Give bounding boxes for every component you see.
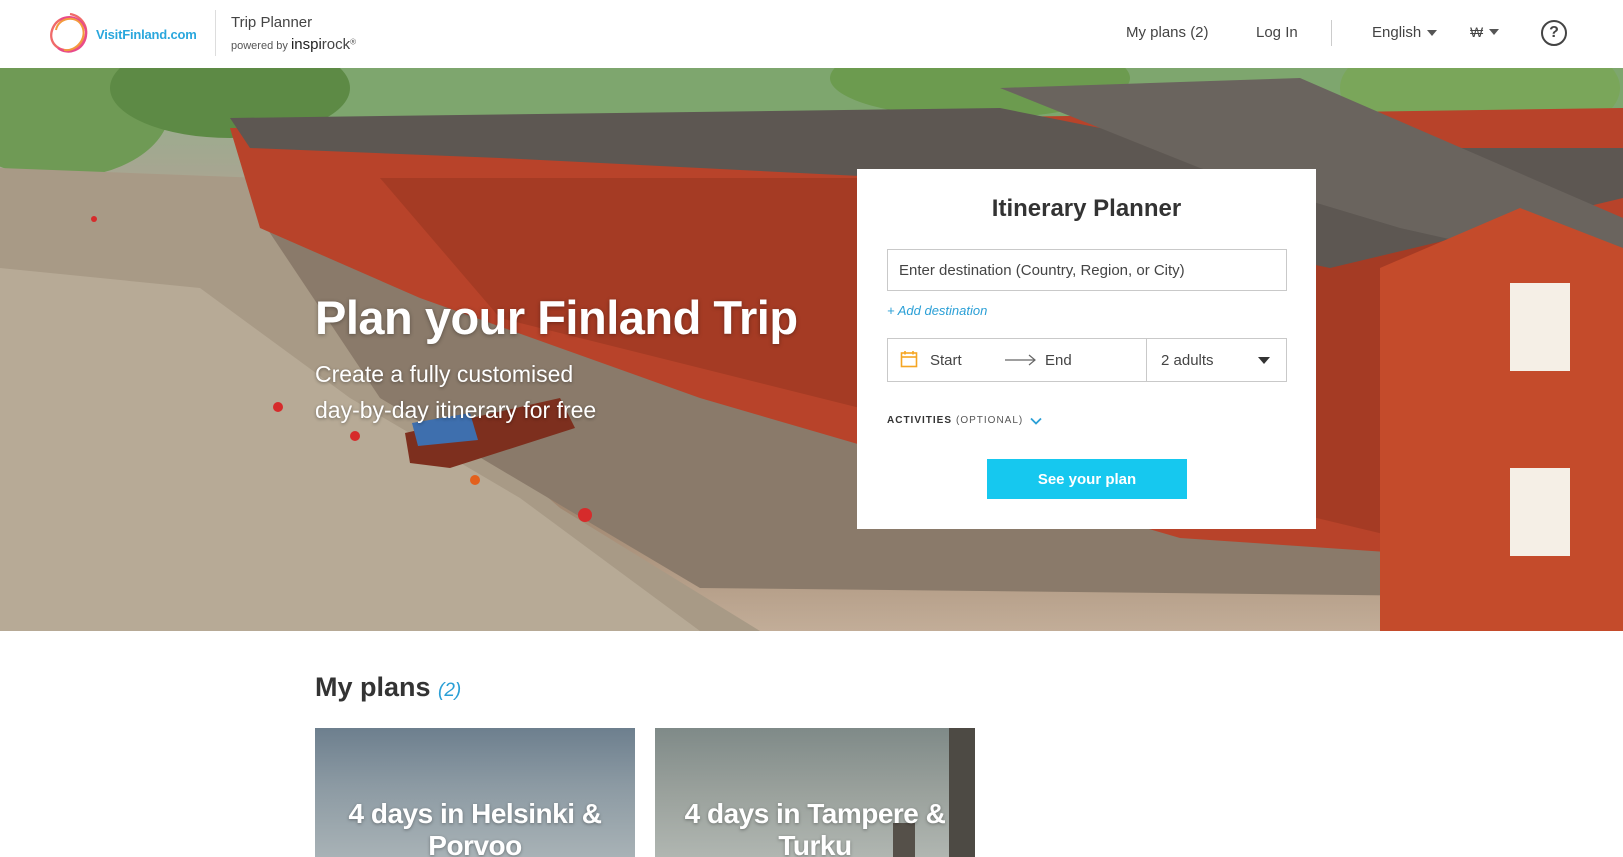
plan-card-title-line1: 4 days in Helsinki &: [348, 798, 603, 829]
header-divider: [215, 10, 216, 56]
currency-label: ₩: [1470, 24, 1484, 40]
chevron-down-icon: [1030, 417, 1042, 425]
guests-dropdown[interactable]: 2 adults: [1147, 339, 1286, 381]
top-navigation-bar: VisitFinland.com Trip Planner powered by…: [0, 0, 1623, 68]
caret-down-icon: [1489, 29, 1500, 35]
nav-my-plans-link[interactable]: My plans (2): [1126, 24, 1209, 41]
planner-title: Itinerary Planner: [991, 195, 1182, 222]
plan-card-title: 4 days in Helsinki & Porvoo: [315, 798, 635, 857]
plan-card[interactable]: 4 days in Helsinki & Porvoo: [315, 728, 635, 857]
plan-card-title: 4 days in Tampere & Turku: [655, 798, 975, 857]
visitfinland-logo-icon: [50, 12, 88, 53]
language-selector[interactable]: English: [1372, 24, 1438, 41]
hero-subtitle: Create a fully customised day-by-day iti…: [315, 356, 675, 428]
add-destination-link[interactable]: + Add destination: [887, 303, 987, 318]
hero-title: Plan your Finland Trip: [315, 291, 798, 344]
guests-value: 2 adults: [1161, 351, 1214, 369]
calendar-icon: [900, 351, 918, 368]
plan-card-title-line2: Porvoo: [428, 830, 522, 857]
inspirock-brand[interactable]: inspirock: [291, 36, 350, 53]
my-plans-count: (2): [438, 680, 462, 701]
brand-mark: ®: [350, 37, 357, 47]
visitfinland-logo[interactable]: VisitFinland.com: [46, 9, 206, 59]
hero-background-image: [0, 68, 1623, 631]
arrow-right-icon: [1005, 354, 1036, 366]
start-date-label: Start: [930, 352, 962, 369]
destination-input[interactable]: [887, 249, 1287, 291]
see-your-plan-button[interactable]: See your plan: [987, 459, 1187, 499]
activities-label: ACTIVITIES: [887, 415, 953, 426]
activities-optional: (OPTIONAL): [956, 415, 1024, 426]
help-glyph: ?: [1549, 24, 1559, 41]
plan-card-title-line2: Turku: [778, 830, 852, 857]
date-range-picker[interactable]: Start End: [888, 339, 1147, 381]
trip-dates-and-guests: Start End 2 adults: [887, 338, 1287, 382]
powered-by: powered by inspirock®: [231, 36, 356, 53]
hero-banner: Plan your Finland Trip Create a fully cu…: [0, 68, 1623, 631]
itinerary-planner-card: Itinerary Planner + Add destination Star…: [857, 169, 1316, 529]
help-icon[interactable]: ?: [1541, 20, 1567, 46]
caret-down-icon: [1258, 357, 1270, 364]
language-label: English: [1372, 24, 1422, 41]
nav-divider: [1331, 20, 1332, 46]
brand-light: rock: [321, 36, 351, 53]
product-title: Trip Planner: [231, 14, 313, 31]
hero-subtitle-line2: day-by-day itinerary for free: [315, 397, 597, 423]
nav-login-link[interactable]: Log In: [1256, 24, 1298, 41]
my-plans-heading: My plans: [315, 672, 431, 702]
plan-card[interactable]: 4 days in Tampere & Turku: [655, 728, 975, 857]
caret-down-icon: [1427, 29, 1438, 36]
currency-selector[interactable]: ₩: [1470, 24, 1500, 40]
end-date-label: End: [1045, 352, 1072, 369]
activities-toggle[interactable]: ACTIVITIES (OPTIONAL): [887, 415, 1042, 426]
hero-subtitle-line1: Create a fully customised: [315, 361, 574, 387]
plan-card-title-line1: 4 days in Tampere &: [684, 798, 946, 829]
logo-text: VisitFinland.com: [96, 26, 197, 42]
brand-strong: inspi: [290, 36, 322, 53]
powered-by-label: powered by: [231, 40, 288, 52]
